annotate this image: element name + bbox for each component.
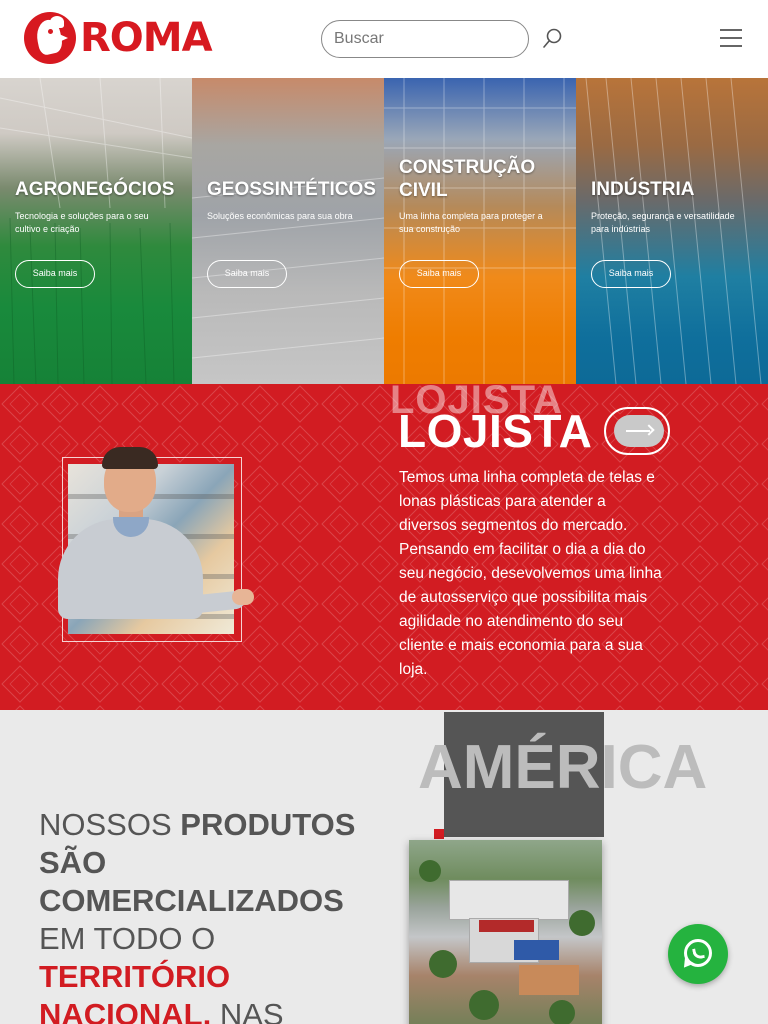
products-statement: NOSSOS PRODUTOS SÃO COMERCIALIZADOS EM T… [39,806,369,1024]
text-red: NACIONAL, [39,997,212,1024]
search-input[interactable] [321,20,529,58]
products-section: AMÉRICA NOSSOS PRODUTOS SÃO COMERCIALIZA… [0,710,768,1024]
search-icon[interactable] [540,27,564,51]
lojista-title: LOJISTA [398,405,593,457]
lojista-description: Temos uma linha completa de telas e lona… [399,469,662,678]
segment-description: Uma linha completa para proteger a sua c… [399,211,543,234]
segment-title: INDÚSTRIA [591,179,695,200]
lojista-section: LOJISTA LOJISTA Temos uma linha completa… [0,384,768,710]
segment-title: CONSTRUÇÃO CIVIL [399,157,536,201]
whatsapp-button[interactable] [668,924,728,984]
saiba-mais-button[interactable]: Saiba mais [15,260,95,288]
america-heading: AMÉRICA [418,733,708,802]
red-accent-square [434,829,444,839]
segment-industria[interactable]: INDÚSTRIA Proteção, segurança e versatil… [576,78,768,384]
segment-agronegocios[interactable]: AGRONEGÓCIOS Tecnologia e soluções para … [0,78,192,384]
segment-geossinteticos[interactable]: GEOSSINTÉTICOS Soluções econômicas para … [192,78,384,384]
roma-logo[interactable]: ROMA [24,12,213,64]
site-header: ROMA [0,0,768,78]
brand-name: ROMA [80,15,213,61]
lojista-arrow-button[interactable] [604,407,670,455]
text-bold: PRODUTOS [180,807,356,842]
saiba-mais-button[interactable]: Saiba mais [399,260,479,288]
segments-grid: AGRONEGÓCIOS Tecnologia e soluções para … [0,78,768,384]
segment-description: Soluções econômicas para sua obra [207,211,353,221]
factory-aerial-image [409,840,602,1024]
text-light: EM TODO O [39,921,216,956]
text-bold: SÃO [39,845,107,880]
segment-construcao-civil[interactable]: CONSTRUÇÃO CIVIL Uma linha completa para… [384,78,576,384]
hamburger-menu-icon[interactable] [720,29,742,49]
rooster-logo-icon [24,12,76,64]
segment-description: Tecnologia e soluções para o seu cultivo… [15,211,149,234]
text-red: TERRITÓRIO [39,959,231,994]
text-light: NAS [211,997,284,1024]
segment-title: GEOSSINTÉTICOS [207,179,376,200]
arrow-right-icon [614,415,664,447]
segment-title: AGRONEGÓCIOS [15,179,175,200]
saiba-mais-button[interactable]: Saiba mais [207,260,287,288]
text-bold: COMERCIALIZADOS [39,883,344,918]
saiba-mais-button[interactable]: Saiba mais [591,260,671,288]
segment-description: Proteção, segurança e versatilidade para… [591,211,735,234]
text-light: NOSSOS [39,807,181,842]
geotextile-image [192,177,384,359]
